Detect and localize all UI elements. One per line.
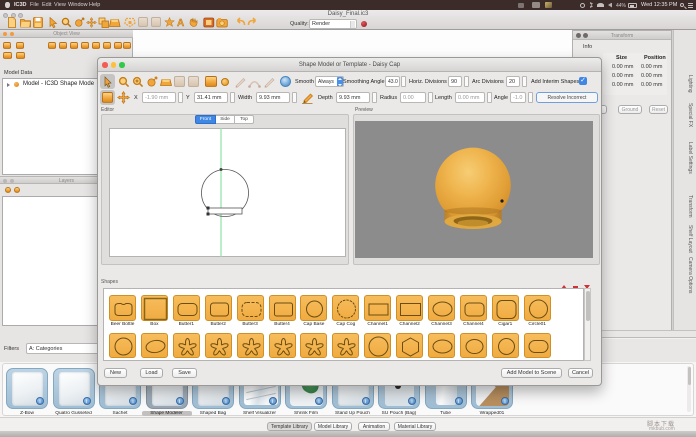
svg-text:A: A bbox=[177, 18, 184, 28]
